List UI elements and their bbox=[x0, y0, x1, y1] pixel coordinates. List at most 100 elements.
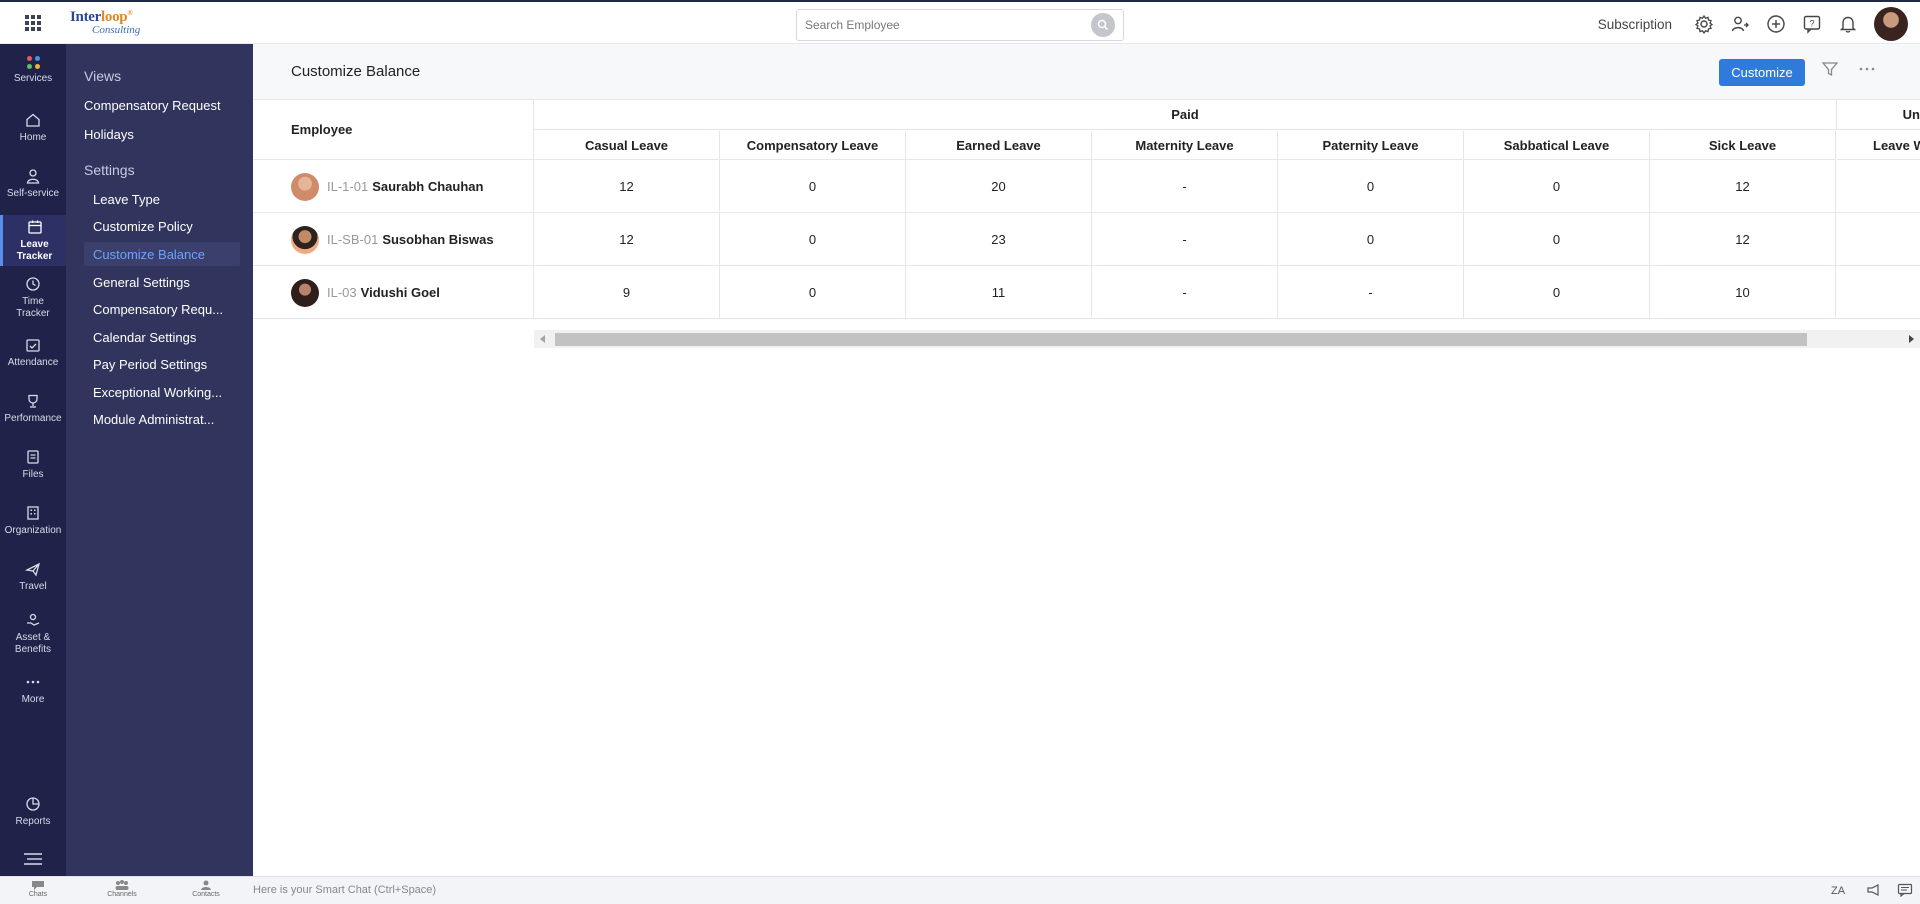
column-header-paternity-leave: Paternity Leave bbox=[1278, 131, 1464, 160]
user-avatar[interactable] bbox=[1874, 7, 1908, 41]
page-title: Customize Balance bbox=[291, 63, 421, 80]
balance-cell[interactable]: 20 bbox=[906, 160, 1092, 213]
search-input[interactable] bbox=[805, 18, 1091, 32]
page-header: Customize Balance Customize bbox=[253, 44, 1920, 100]
balance-cell[interactable]: - bbox=[1092, 266, 1278, 319]
search-icon[interactable] bbox=[1091, 13, 1115, 37]
submenu-item-customize-policy[interactable]: Customize Policy bbox=[93, 219, 234, 234]
help-icon[interactable]: ? bbox=[1794, 6, 1830, 42]
balance-cell[interactable]: 0 bbox=[1278, 160, 1464, 213]
balance-cell[interactable] bbox=[1837, 160, 1920, 213]
top-bar: Interloop® Consulting Subscription ? bbox=[0, 0, 1920, 44]
feedback-icon[interactable] bbox=[1897, 883, 1913, 902]
balance-cell[interactable]: 23 bbox=[906, 213, 1092, 266]
user-switch-icon[interactable] bbox=[1722, 6, 1758, 42]
rail-item-more[interactable]: More bbox=[0, 674, 66, 706]
submenu-item-customize-balance[interactable]: Customize Balance bbox=[93, 247, 234, 262]
rail-item-reports[interactable]: Reports bbox=[0, 796, 66, 828]
settings-icon[interactable] bbox=[1686, 6, 1722, 42]
person-icon bbox=[26, 169, 40, 184]
rail-item-asset-benefits[interactable]: Asset & Benefits bbox=[0, 612, 66, 655]
more-options-icon[interactable] bbox=[1858, 60, 1876, 83]
balance-cell[interactable]: 0 bbox=[720, 213, 906, 266]
employee-cell[interactable]: IL-SB-01 Susobhan Biswas bbox=[253, 213, 534, 266]
balance-cell[interactable]: 10 bbox=[1650, 266, 1836, 319]
table-row: IL-1-01 Saurabh Chauhan 12 0 20 - 0 0 12 bbox=[253, 160, 1920, 213]
balance-cell[interactable]: 0 bbox=[720, 160, 906, 213]
column-header-compensatory-leave: Compensatory Leave bbox=[720, 131, 906, 160]
customize-button[interactable]: Customize bbox=[1719, 59, 1805, 86]
rail-item-self-service[interactable]: Self-service bbox=[0, 168, 66, 200]
balance-cell[interactable] bbox=[1837, 266, 1920, 319]
balance-cell[interactable]: 12 bbox=[1650, 160, 1836, 213]
rail-item-organization[interactable]: Organization bbox=[0, 505, 66, 537]
scrollbar-thumb[interactable] bbox=[555, 333, 1807, 346]
submenu-item-module-administration[interactable]: Module Administrat... bbox=[93, 412, 234, 427]
smart-chat-input[interactable]: Here is your Smart Chat (Ctrl+Space) bbox=[253, 884, 436, 896]
balance-cell[interactable]: - bbox=[1092, 160, 1278, 213]
clock-icon bbox=[26, 277, 40, 291]
bell-icon[interactable] bbox=[1830, 6, 1866, 42]
add-icon[interactable] bbox=[1758, 6, 1794, 42]
submenu-item-leave-type[interactable]: Leave Type bbox=[93, 192, 234, 207]
rail-item-attendance[interactable]: Attendance bbox=[0, 337, 66, 369]
column-header-leave-without-pay: Leave W bbox=[1837, 131, 1920, 160]
submenu-item-holidays[interactable]: Holidays bbox=[84, 127, 134, 142]
rail-item-files[interactable]: Files bbox=[0, 449, 66, 481]
balance-cell[interactable]: 0 bbox=[1464, 213, 1650, 266]
balance-cell[interactable]: - bbox=[1278, 266, 1464, 319]
rail-item-time-tracker[interactable]: Time Tracker bbox=[0, 276, 66, 319]
chat-bubble-icon bbox=[32, 881, 44, 890]
scroll-left-arrow-icon[interactable] bbox=[540, 335, 545, 343]
rail-item-home[interactable]: Home bbox=[0, 112, 66, 144]
balance-cell[interactable]: 9 bbox=[534, 266, 720, 319]
rail-item-travel[interactable]: Travel bbox=[0, 561, 66, 593]
balance-cell[interactable]: 0 bbox=[1464, 266, 1650, 319]
hand-icon bbox=[27, 613, 40, 626]
balance-cell[interactable]: 12 bbox=[1650, 213, 1836, 266]
scroll-right-arrow-icon[interactable] bbox=[1909, 335, 1914, 343]
submenu-heading-views: Views bbox=[84, 68, 122, 84]
balance-cell[interactable]: 0 bbox=[1464, 160, 1650, 213]
building-icon bbox=[27, 506, 39, 520]
balance-cell[interactable]: 12 bbox=[534, 213, 720, 266]
column-header-casual-leave: Casual Leave bbox=[534, 131, 720, 160]
balance-cell[interactable]: - bbox=[1092, 213, 1278, 266]
more-icon bbox=[26, 680, 40, 684]
employee-avatar bbox=[291, 278, 319, 307]
table-horizontal-scrollbar[interactable] bbox=[534, 330, 1920, 348]
contacts-button[interactable]: Contacts bbox=[186, 879, 226, 898]
leave-tracker-submenu: Views Compensatory Request Holidays Sett… bbox=[66, 44, 253, 876]
rail-item-performance[interactable]: Performance bbox=[0, 393, 66, 425]
balance-cell[interactable]: 11 bbox=[906, 266, 1092, 319]
app-grid-icon[interactable] bbox=[0, 2, 66, 44]
filter-icon[interactable] bbox=[1821, 60, 1839, 83]
chats-button[interactable]: Chats bbox=[18, 879, 58, 898]
translate-icon[interactable]: ZA bbox=[1831, 883, 1849, 902]
module-rail: Services Home Self-service Leave Tracker… bbox=[0, 44, 66, 876]
rail-item-services[interactable]: Services bbox=[0, 56, 66, 85]
contacts-icon bbox=[201, 880, 211, 890]
subscription-link[interactable]: Subscription bbox=[1598, 17, 1672, 32]
submenu-item-calendar-settings[interactable]: Calendar Settings bbox=[93, 330, 234, 345]
submenu-item-exceptional-working[interactable]: Exceptional Working... bbox=[93, 385, 234, 400]
trophy-icon bbox=[28, 394, 38, 408]
company-logo[interactable]: Interloop® Consulting bbox=[70, 6, 170, 40]
submenu-item-compensatory-settings[interactable]: Compensatory Requ... bbox=[93, 302, 234, 317]
rail-item-leave-tracker[interactable]: Leave Tracker bbox=[0, 215, 66, 266]
balance-cell[interactable] bbox=[1837, 213, 1920, 266]
employee-cell[interactable]: IL-1-01 Saurabh Chauhan bbox=[253, 160, 534, 213]
balance-cell[interactable]: 0 bbox=[1278, 213, 1464, 266]
submenu-item-pay-period-settings[interactable]: Pay Period Settings bbox=[93, 357, 234, 372]
balance-cell[interactable]: 0 bbox=[720, 266, 906, 319]
submenu-heading-settings: Settings bbox=[84, 162, 135, 178]
employee-cell[interactable]: IL-03 Vidushi Goel bbox=[253, 266, 534, 319]
services-icon bbox=[26, 56, 40, 69]
submenu-item-general-settings[interactable]: General Settings bbox=[93, 275, 234, 290]
announcement-icon[interactable] bbox=[1866, 883, 1882, 902]
channels-button[interactable]: Channels bbox=[102, 879, 142, 898]
collapse-menu-button[interactable] bbox=[0, 852, 66, 866]
balance-cell[interactable]: 12 bbox=[534, 160, 720, 213]
pie-chart-icon bbox=[26, 797, 40, 811]
submenu-item-compensatory-request[interactable]: Compensatory Request bbox=[84, 98, 221, 113]
